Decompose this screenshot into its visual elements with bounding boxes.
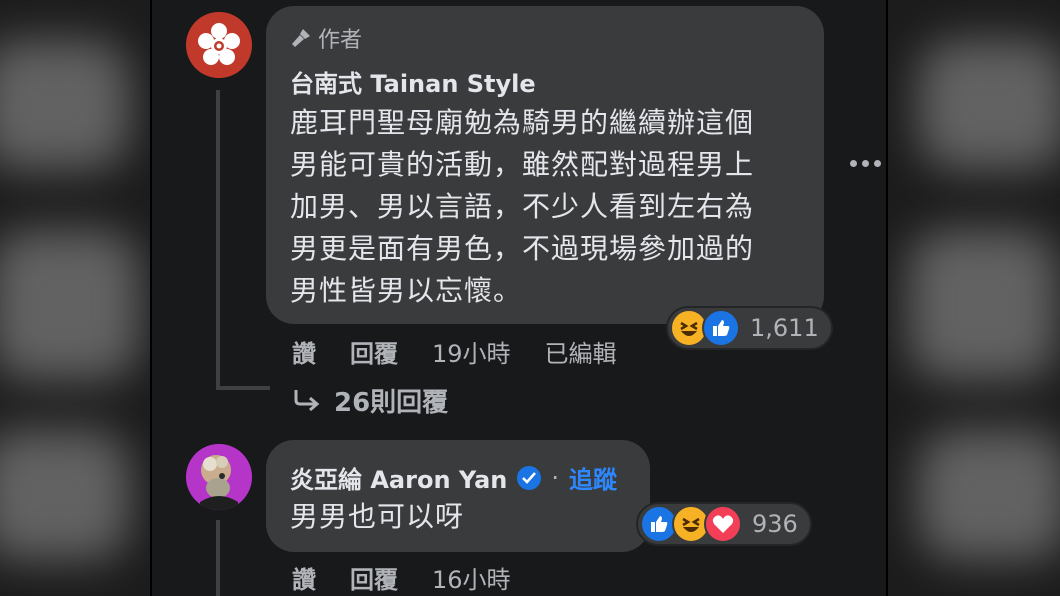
comment-text-line: 男能可貴的活動，雖然配對過程男上 [290,148,755,181]
cartoon-avatar-icon [186,444,252,510]
blur-blob [918,40,1060,170]
comment-text-line: 鹿耳門聖母廟勉為騎男的繼續辦這個 [290,106,755,139]
author-badge-label: 作者 [318,28,363,53]
comment-bubble: 炎亞綸 Aaron Yan · 追蹤 男男也可以呀 [266,440,650,552]
blur-blob [908,230,1058,380]
comment-feed: 作者 台南式 Tainan Style 鹿耳門聖母廟勉為騎男的繼續辦這個 男能可… [152,0,886,596]
reply-button[interactable]: 回覆 [350,560,398,595]
reaction-summary[interactable]: 936 [636,502,812,546]
timestamp[interactable]: 16小時 [432,560,511,595]
verified-badge-icon [517,465,542,490]
blur-blob [0,40,130,170]
author-badge: 作者 [290,22,362,54]
separator-dot: · [551,463,559,492]
timestamp[interactable]: 19小時 [432,334,511,369]
replies-count-label: 26則回覆 [334,388,449,418]
comment-text: 鹿耳門聖母廟勉為騎男的繼續辦這個 男能可貴的活動，雖然配對過程男上 加男、男以言… [290,102,754,312]
follow-button[interactable]: 追蹤 [569,460,617,495]
reply-arrow-icon [294,389,320,411]
thread-line [216,90,220,390]
thread-line [216,386,270,390]
more-options-icon[interactable] [850,160,881,167]
reaction-count: 1,611 [750,314,819,342]
commenter-name[interactable]: 台南式 Tainan Style [290,64,536,99]
comment-text: 男男也可以呀 [290,500,465,533]
reply-button[interactable]: 回覆 [350,334,398,369]
comment-actions: 讚 回覆 19小時 已編輯 [292,334,651,369]
blurred-left-panel [0,0,150,596]
comment-actions: 讚 回覆 16小時 [292,560,545,595]
love-icon [704,505,742,543]
like-button[interactable]: 讚 [292,334,316,369]
avatar[interactable] [186,12,252,78]
reaction-count: 936 [752,510,798,538]
comment-bubble: 作者 台南式 Tainan Style 鹿耳門聖母廟勉為騎男的繼續辦這個 男能可… [266,6,824,324]
microphone-icon [292,29,310,47]
like-icon [702,309,740,347]
like-button[interactable]: 讚 [292,560,316,595]
commenter-name[interactable]: 炎亞綸 Aaron Yan [290,460,507,495]
blurred-right-panel [888,0,1060,596]
blur-blob [0,230,140,380]
reaction-summary[interactable]: 1,611 [666,306,833,350]
thread-line [216,520,220,596]
commenter-name-row: 炎亞綸 Aaron Yan · 追蹤 [290,460,617,495]
view-replies-link[interactable]: 26則回覆 [292,382,448,419]
plum-blossom-logo-icon [186,12,252,78]
blur-blob [0,430,130,560]
blur-blob [918,430,1060,560]
comment-text-line: 男更是面有男色，不過現場參加過的 [290,232,755,265]
avatar[interactable] [186,444,252,510]
comment-text-line: 加男、男以言語，不少人看到左右為 [290,190,755,223]
edited-label: 已編輯 [544,340,617,368]
